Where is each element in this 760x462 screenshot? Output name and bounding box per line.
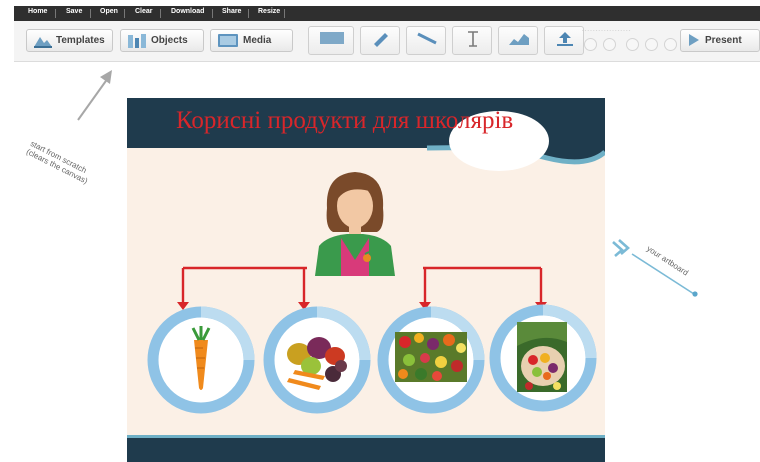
line-button[interactable] — [406, 26, 446, 55]
text-cursor-icon — [468, 31, 478, 47]
menu-resize[interactable]: Resize — [258, 8, 280, 15]
menu-open[interactable]: Open — [100, 8, 118, 15]
artboard-canvas[interactable]: Корисні продукти для школярів — [127, 98, 605, 462]
top-menu-bar: Home Save Open Clear Download Share Resi… — [14, 6, 760, 21]
objects-icon — [128, 34, 146, 48]
bottom-band — [127, 435, 605, 462]
upload-icon — [557, 32, 573, 46]
menu-divider — [248, 9, 249, 18]
ring-fruits[interactable] — [261, 304, 373, 416]
inactive-control-button[interactable] — [626, 38, 639, 51]
mountain-icon — [34, 37, 52, 48]
inactive-control-button[interactable] — [584, 38, 597, 51]
inactive-control-button[interactable] — [645, 38, 658, 51]
inactive-control-button[interactable] — [664, 38, 677, 51]
play-icon — [689, 34, 699, 46]
line-icon — [417, 32, 437, 45]
menu-home[interactable]: Home — [28, 8, 47, 15]
menu-clear[interactable]: Clear — [135, 8, 153, 15]
ring-carrot[interactable] — [145, 304, 257, 416]
inactive-options-label: - - - - - - - - - - - - - - - - - - — [582, 28, 631, 33]
menu-share[interactable]: Share — [222, 8, 241, 15]
present-label: Present — [705, 35, 742, 46]
inactive-control-button[interactable] — [603, 38, 616, 51]
present-button[interactable]: Present — [680, 29, 760, 52]
menu-divider — [55, 9, 56, 18]
media-button[interactable]: Media — [210, 29, 293, 52]
menu-divider — [124, 9, 125, 18]
upload-button[interactable] — [544, 26, 584, 55]
ring-bowl[interactable] — [487, 302, 599, 414]
media-label: Media — [243, 35, 272, 46]
pencil-icon — [374, 33, 388, 47]
menu-divider — [160, 9, 161, 18]
templates-button[interactable]: Templates — [26, 29, 113, 52]
text-button[interactable] — [452, 26, 492, 55]
menu-save[interactable]: Save — [66, 8, 82, 15]
start-hint-arrow-icon — [77, 70, 112, 121]
chart-icon — [509, 34, 529, 45]
main-toolbar: Templates Objects Media - - - - - - - - … — [14, 21, 760, 62]
menu-divider — [212, 9, 213, 18]
start-hint-text: start from scratch (clears the canvas) — [25, 139, 93, 186]
menu-download[interactable]: Download — [171, 8, 204, 15]
objects-button[interactable]: Objects — [120, 29, 204, 52]
templates-label: Templates — [56, 35, 105, 46]
chart-button[interactable] — [498, 26, 538, 55]
ring-vegetables[interactable] — [375, 304, 487, 416]
media-icon — [218, 34, 238, 47]
slide-title[interactable]: Корисні продукти для школярів — [176, 107, 513, 135]
objects-label: Objects — [151, 35, 188, 46]
draw-button[interactable] — [360, 26, 400, 55]
background-icon — [320, 32, 344, 44]
background-button[interactable] — [308, 26, 354, 55]
menu-divider — [90, 9, 91, 18]
menu-divider — [284, 9, 285, 18]
